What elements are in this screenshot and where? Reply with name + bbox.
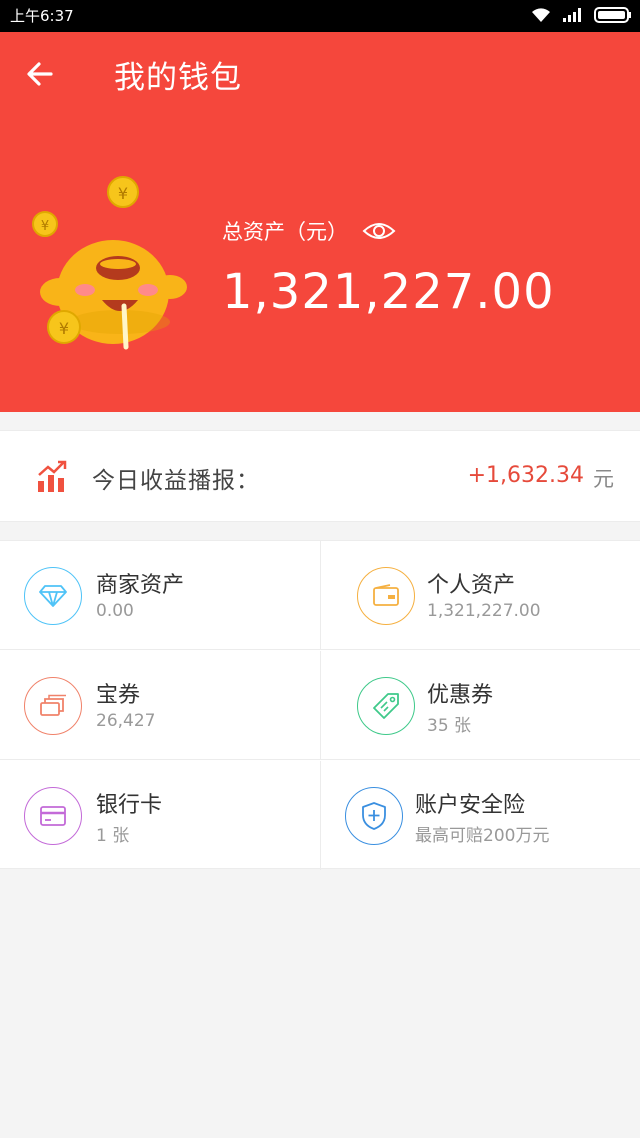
- discount-coupon-count: 35 张: [427, 716, 472, 736]
- status-bar: 上午6:37: [0, 0, 640, 32]
- svg-text:¥: ¥: [59, 319, 69, 338]
- total-assets-value: 1,321,227.00: [222, 264, 555, 320]
- merchant-assets-icon-circle: [24, 567, 82, 625]
- account-insurance-icon-circle: [345, 787, 403, 845]
- coin-icon: ¥: [47, 310, 81, 344]
- wallet-header: 我的钱包 ¥ ¥ ¥ 总资产（元） 1,321,227.00: [0, 32, 640, 412]
- bank-card-title: 银行卡: [96, 793, 163, 818]
- earnings-value: +1,632.34: [467, 463, 584, 488]
- account-insurance-desc: 最高可赔200万元: [415, 826, 550, 846]
- total-assets-label-row: 总资产（元）: [222, 216, 396, 246]
- svg-text:¥: ¥: [118, 184, 128, 203]
- discount-coupon-item[interactable]: 优惠券 35 张: [320, 651, 640, 760]
- wifi-icon: [532, 8, 550, 22]
- cards-stack-icon: [40, 694, 66, 716]
- treasure-coupon-icon-circle: [24, 677, 82, 735]
- bank-card-count: 1 张: [96, 826, 130, 846]
- personal-assets-item[interactable]: 个人资产 1,321,227.00: [320, 541, 640, 650]
- earnings-unit: 元: [593, 467, 614, 491]
- battery-icon: [594, 7, 631, 23]
- svg-text:¥: ¥: [41, 219, 49, 234]
- treasure-coupon-count: 26,427: [96, 711, 156, 731]
- toggle-visibility-button[interactable]: [362, 220, 396, 242]
- merchant-assets-value: 0.00: [96, 601, 134, 621]
- earnings-label: 今日收益播报：: [92, 468, 260, 494]
- bank-card-item[interactable]: 银行卡 1 张: [0, 761, 320, 870]
- wallet-grid: 商家资产 0.00 个人资产 1,321,227.00 宝券 26,427 优惠…: [0, 540, 640, 870]
- personal-assets-value: 1,321,227.00: [427, 601, 541, 621]
- personal-assets-icon-circle: [357, 567, 415, 625]
- personal-assets-title: 个人资产: [427, 573, 516, 598]
- back-arrow-icon: [27, 62, 53, 86]
- shield-plus-icon: [362, 802, 386, 830]
- discount-coupon-icon-circle: [357, 677, 415, 735]
- mascot-illustration: ¥ ¥ ¥: [32, 176, 187, 350]
- back-button[interactable]: [18, 54, 62, 94]
- treasure-coupon-item[interactable]: 宝券 26,427: [0, 651, 320, 760]
- chart-up-icon: [38, 460, 67, 492]
- account-insurance-title: 账户安全险: [415, 793, 526, 818]
- credit-card-icon: [40, 806, 66, 826]
- status-time: 上午6:37: [10, 7, 74, 25]
- merchant-assets-title: 商家资产: [96, 573, 185, 598]
- coin-icon: ¥: [32, 211, 58, 237]
- treasure-coupon-title: 宝券: [96, 683, 141, 708]
- page-title: 我的钱包: [114, 60, 242, 96]
- today-earnings-row[interactable]: 今日收益播报： +1,632.34 元: [0, 430, 640, 522]
- diamond-icon: [39, 585, 67, 607]
- status-icons: [530, 7, 632, 23]
- account-insurance-item[interactable]: 账户安全险 最高可赔200万元: [320, 761, 640, 870]
- coin-icon: ¥: [107, 176, 139, 208]
- tag-icon: [373, 693, 399, 719]
- discount-coupon-title: 优惠券: [427, 683, 494, 708]
- eye-icon: [362, 223, 396, 239]
- wallet-icon: [373, 584, 399, 606]
- total-assets-label: 总资产（元）: [222, 220, 348, 244]
- bank-card-icon-circle: [24, 787, 82, 845]
- signal-icon: [563, 8, 581, 22]
- merchant-assets-item[interactable]: 商家资产 0.00: [0, 541, 320, 650]
